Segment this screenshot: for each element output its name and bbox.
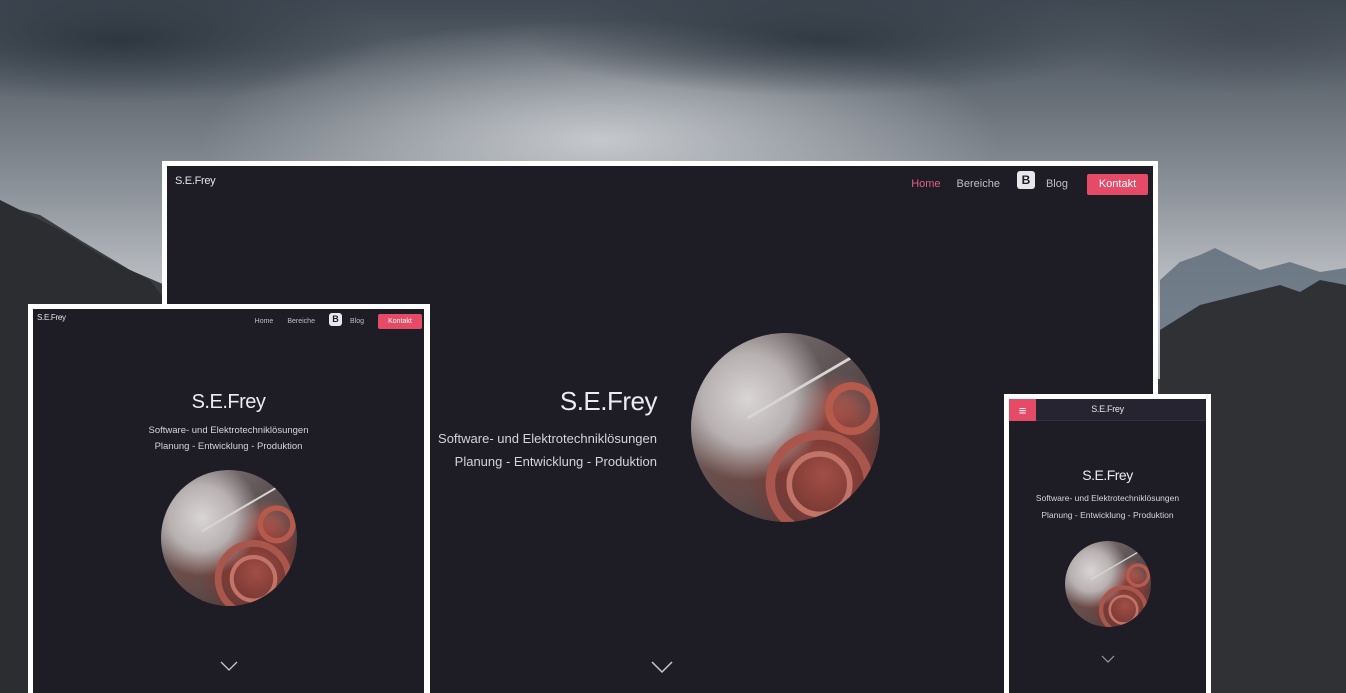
nav-bereiche[interactable]: Bereiche [287,318,315,325]
hero-subtitle-2: Planung - Entwicklung - Produktion [154,441,303,452]
mobile-screen: ≡ S.E.Frey S.E.Frey Software- und Elektr… [1009,399,1206,693]
tablet-navbar: S.E.Frey Home Bereiche B Blog Kontakt [33,309,424,335]
scroll-down-chevron-icon[interactable] [220,661,238,671]
kontakt-button[interactable]: Kontakt [1087,173,1148,195]
scroll-down-chevron-icon[interactable] [650,660,674,674]
scroll-down-chevron-icon[interactable] [1101,655,1115,663]
hero-title: S.E.Frey [191,391,266,413]
hero-title: S.E.Frey [1082,467,1133,483]
mobile-navbar: ≡ S.E.Frey [1009,399,1206,421]
mobile-frame: ≡ S.E.Frey S.E.Frey Software- und Elektr… [1004,394,1211,693]
kontakt-button[interactable]: Kontakt [378,313,422,329]
tablet-screen: S.E.Frey Home Bereiche B Blog Kontakt S.… [33,309,424,693]
hero-subtitle-1: Software- und Elektrotechniklösungen [438,431,657,446]
hero-photo-circle [161,470,297,606]
hero-photo-circle [691,333,880,522]
hero-subtitle-1: Software- und Elektrotechniklösungen [1035,493,1180,503]
tablet-frame: S.E.Frey Home Bereiche B Blog Kontakt S.… [28,304,430,693]
photo-drawing [201,482,296,606]
hero-photo-circle [1065,541,1151,627]
nav-blog[interactable]: Blog [350,318,364,325]
hero-title: S.E.Frey [559,386,658,416]
blogger-icon[interactable]: B [1016,171,1035,189]
nav-home[interactable]: Home [911,178,940,190]
hero-subtitle-2: Planung - Entwicklung - Produktion [454,454,657,469]
photo-drawing [746,350,879,522]
nav-home[interactable]: Home [255,318,274,325]
desktop-menu: Home Bereiche B Blog Kontakt [911,171,1148,196]
photo-drawing [1090,549,1151,627]
hero-subtitle-1: Software- und Elektrotechniklösungen [148,425,309,436]
nav-bereiche[interactable]: Bereiche [957,178,1000,190]
brand-logo[interactable]: S.E.Frey [175,175,216,187]
blogger-icon[interactable]: B [328,312,342,326]
tablet-menu: Home Bereiche B Blog Kontakt [255,312,422,329]
brand-logo[interactable]: S.E.Frey [1009,404,1206,414]
hero-subtitle-2: Planung - Entwicklung - Produktion [1041,510,1174,520]
nav-blog[interactable]: Blog [1046,178,1068,190]
brand-logo[interactable]: S.E.Frey [37,313,66,322]
desktop-navbar: S.E.Frey Home Bereiche B Blog Kontakt [167,166,1153,206]
